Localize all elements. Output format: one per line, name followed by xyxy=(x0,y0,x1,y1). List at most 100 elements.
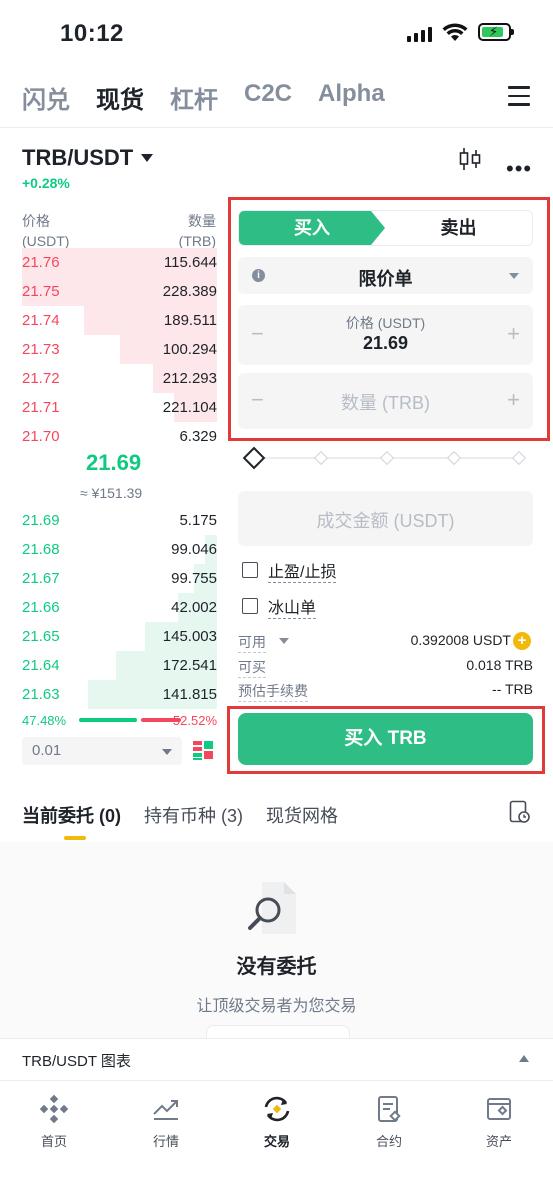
buy-trb-button[interactable]: 买入 TRB xyxy=(238,713,533,765)
orders-tabs: 当前委托 (0) 持有币种 (3) 现货网格 xyxy=(22,802,361,828)
quantity-input[interactable]: − 数量 (TRB) + xyxy=(238,373,533,429)
divider xyxy=(0,127,553,128)
tab-holdings[interactable]: 持有币种 (3) xyxy=(144,802,243,828)
buy-ratio-bar xyxy=(79,718,137,722)
nav-trade[interactable]: 交易 xyxy=(237,1091,317,1150)
nav-futures-label: 合约 xyxy=(375,1134,402,1149)
nav-home-label: 首页 xyxy=(40,1134,67,1149)
total-placeholder: 成交金额 (USDT) xyxy=(316,511,455,531)
ask-quantity: 6.329 xyxy=(179,428,217,445)
order-history-icon[interactable] xyxy=(509,800,530,823)
top-nav: 闪兑 现货 杠杆 C2C Alpha xyxy=(22,80,411,115)
quantity-placeholder: 数量 (TRB) xyxy=(341,393,430,413)
iceberg-label: 冰山单 xyxy=(268,594,317,619)
menu-icon[interactable] xyxy=(508,86,530,112)
bid-row[interactable]: 21.63 141.815 xyxy=(22,680,217,709)
fee-label[interactable]: 预估手续费 xyxy=(238,681,308,702)
ask-price: 21.71 xyxy=(22,399,60,416)
bid-price: 21.66 xyxy=(22,599,60,616)
order-type-select[interactable]: i 限价单 xyxy=(238,257,533,294)
bid-price: 21.64 xyxy=(22,657,60,674)
can-buy-value: 0.018 TRB xyxy=(466,657,533,673)
bid-row[interactable]: 21.65 145.003 xyxy=(22,622,217,651)
available-value: 0.392008 USDT xyxy=(410,632,511,648)
tp-sl-label: 止盈/止损 xyxy=(268,558,337,583)
slider-step-25[interactable] xyxy=(313,450,329,466)
tab-convert[interactable]: 闪兑 xyxy=(22,80,70,115)
bid-row[interactable]: 21.67 99.755 xyxy=(22,564,217,593)
slider-step-100[interactable] xyxy=(511,450,527,466)
ask-row[interactable]: 21.76 115.644 xyxy=(22,248,217,277)
add-funds-icon[interactable]: + xyxy=(513,632,531,650)
plus-icon[interactable]: + xyxy=(507,321,520,347)
tab-spot-grid[interactable]: 现货网格 xyxy=(266,802,338,828)
buy-ratio: 47.48% xyxy=(22,713,67,728)
ask-quantity: 212.293 xyxy=(162,370,217,387)
checkbox[interactable] xyxy=(242,598,258,614)
markets-chart-icon xyxy=(126,1091,206,1127)
bid-row[interactable]: 21.66 42.002 xyxy=(22,593,217,622)
available-label[interactable]: 可用 xyxy=(238,632,266,653)
tab-margin[interactable]: 杠杆 xyxy=(170,80,218,115)
bottom-nav: 首页 行情 交易 合约 资产 xyxy=(0,1080,553,1177)
futures-icon xyxy=(349,1091,429,1127)
ask-quantity: 221.104 xyxy=(162,399,217,416)
bid-price: 21.69 xyxy=(22,512,60,529)
precision-select[interactable]: 0.01 xyxy=(22,737,182,765)
bid-quantity: 172.541 xyxy=(162,657,217,674)
bid-quantity: 141.815 xyxy=(162,686,217,703)
ask-quantity: 115.644 xyxy=(163,254,217,271)
bid-price: 21.63 xyxy=(22,686,60,703)
ask-price: 21.75 xyxy=(22,283,60,300)
tab-c2c[interactable]: C2C xyxy=(244,80,292,115)
ask-row[interactable]: 21.72 212.293 xyxy=(22,364,217,393)
tp-sl-checkbox[interactable]: 止盈/止损 xyxy=(242,558,337,583)
bid-quantity: 145.003 xyxy=(162,628,217,645)
buy-sell-ratio: 47.48% 52.52% xyxy=(22,713,217,729)
more-options-icon[interactable]: ••• xyxy=(506,156,532,182)
tab-sell[interactable]: 卖出 xyxy=(385,211,532,245)
pair-selector[interactable]: TRB/USDT xyxy=(22,145,154,171)
plus-icon[interactable]: + xyxy=(507,387,520,413)
candlestick-chart-icon[interactable] xyxy=(458,146,482,177)
bid-row[interactable]: 21.68 99.046 xyxy=(22,535,217,564)
nav-assets[interactable]: 资产 xyxy=(459,1091,539,1150)
ask-row[interactable]: 21.70 6.329 xyxy=(22,422,217,451)
ask-quantity: 100.294 xyxy=(162,341,217,358)
orderbook-price-header: 价格 (USDT) xyxy=(22,213,70,249)
ask-price: 21.73 xyxy=(22,341,60,358)
wallet-icon xyxy=(459,1091,539,1127)
nav-home[interactable]: 首页 xyxy=(14,1091,94,1150)
tab-buy[interactable]: 买入 xyxy=(239,211,385,245)
price-input-label: 价格 (USDT) xyxy=(345,315,426,331)
bid-row[interactable]: 21.64 172.541 xyxy=(22,651,217,680)
ask-price: 21.74 xyxy=(22,312,60,329)
nav-markets[interactable]: 行情 xyxy=(126,1091,206,1150)
tab-open-orders[interactable]: 当前委托 (0) xyxy=(22,802,121,828)
bid-row[interactable]: 21.69 5.175 xyxy=(22,506,217,535)
total-input[interactable]: 成交金额 (USDT) xyxy=(238,491,533,546)
ask-row[interactable]: 21.73 100.294 xyxy=(22,335,217,364)
tab-spot[interactable]: 现货 xyxy=(96,80,144,115)
orderbook-layout-icon[interactable] xyxy=(192,739,214,761)
order-type-value: 限价单 xyxy=(358,269,413,289)
chart-drawer[interactable]: TRB/USDT 图表 xyxy=(0,1038,553,1081)
chevron-down-icon[interactable] xyxy=(279,638,289,644)
tab-alpha[interactable]: Alpha xyxy=(318,80,385,115)
slider-step-50[interactable] xyxy=(379,450,395,466)
slider-handle[interactable] xyxy=(242,446,266,470)
ask-row[interactable]: 21.74 189.511 xyxy=(22,306,217,335)
bid-price: 21.65 xyxy=(22,628,60,645)
iceberg-checkbox[interactable]: 冰山单 xyxy=(242,594,317,619)
nav-futures[interactable]: 合约 xyxy=(349,1091,429,1150)
nav-markets-label: 行情 xyxy=(152,1134,179,1149)
price-input[interactable]: − 价格 (USDT) 21.69 + xyxy=(238,305,533,365)
ask-row[interactable]: 21.71 221.104 xyxy=(22,393,217,422)
slider-step-75[interactable] xyxy=(446,450,462,466)
amount-slider[interactable] xyxy=(242,446,527,470)
ask-row[interactable]: 21.75 228.389 xyxy=(22,277,217,306)
chevron-up-icon xyxy=(519,1055,529,1062)
ask-price: 21.70 xyxy=(22,428,60,445)
checkbox[interactable] xyxy=(242,562,258,578)
ask-price: 21.72 xyxy=(22,370,60,387)
